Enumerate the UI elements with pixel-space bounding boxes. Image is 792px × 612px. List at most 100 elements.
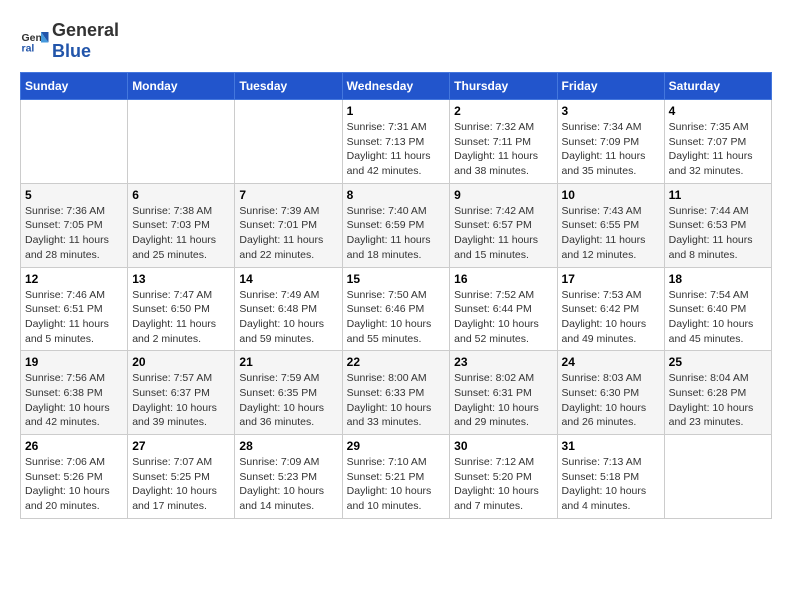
day-info: Sunrise: 7:56 AMSunset: 6:38 PMDaylight:…: [25, 371, 123, 430]
day-number: 21: [239, 355, 337, 369]
calendar-cell: 22 Sunrise: 8:00 AMSunset: 6:33 PMDayligh…: [342, 351, 450, 435]
day-number: 15: [347, 272, 446, 286]
calendar-cell: 23 Sunrise: 8:02 AMSunset: 6:31 PMDayligh…: [450, 351, 557, 435]
day-info: Sunrise: 7:10 AMSunset: 5:21 PMDaylight:…: [347, 455, 446, 514]
day-info: Sunrise: 7:31 AMSunset: 7:13 PMDaylight:…: [347, 120, 446, 179]
day-number: 3: [562, 104, 660, 118]
day-number: 17: [562, 272, 660, 286]
calendar-cell: 31Sunrise: 7:13 AMSunset: 5:18 PMDayligh…: [557, 435, 664, 519]
day-number: 5: [25, 188, 123, 202]
calendar-cell: [235, 100, 342, 184]
calendar-week-row: 5Sunrise: 7:36 AMSunset: 7:05 PMDaylight…: [21, 183, 772, 267]
day-number: 13: [132, 272, 230, 286]
logo: Gene ral Gene ral Blue: [20, 20, 119, 62]
day-info: Sunrise: 7:09 AMSunset: 5:23 PMDaylight:…: [239, 455, 337, 514]
calendar-cell: [128, 100, 235, 184]
weekday-header-wednesday: Wednesday: [342, 73, 450, 100]
day-number: 7: [239, 188, 337, 202]
day-info: Sunrise: 7:35 AMSunset: 7:07 PMDaylight:…: [669, 120, 767, 179]
day-info: Sunrise: 7:38 AMSunset: 7:03 PMDaylight:…: [132, 204, 230, 263]
calendar-cell: 25 Sunrise: 8:04 AMSunset: 6:28 PMDayligh…: [664, 351, 771, 435]
weekday-header-saturday: Saturday: [664, 73, 771, 100]
day-number: 25: [669, 355, 767, 369]
calendar-cell: 9Sunrise: 7:42 AMSunset: 6:57 PMDaylight…: [450, 183, 557, 267]
day-number: 23: [454, 355, 552, 369]
calendar-cell: 19 Sunrise: 7:56 AMSunset: 6:38 PMDayligh…: [21, 351, 128, 435]
weekday-header-row: SundayMondayTuesdayWednesdayThursdayFrid…: [21, 73, 772, 100]
calendar-week-row: 19 Sunrise: 7:56 AMSunset: 6:38 PMDayligh…: [21, 351, 772, 435]
day-number: 2: [454, 104, 552, 118]
calendar-cell: 7Sunrise: 7:39 AMSunset: 7:01 PMDaylight…: [235, 183, 342, 267]
day-number: 8: [347, 188, 446, 202]
weekday-header-sunday: Sunday: [21, 73, 128, 100]
weekday-header-friday: Friday: [557, 73, 664, 100]
calendar-cell: 2 Sunrise: 7:32 AMSunset: 7:11 PMDaylight…: [450, 100, 557, 184]
calendar-cell: 26 Sunrise: 7:06 AMSunset: 5:26 PMDayligh…: [21, 435, 128, 519]
logo-blue-text: Blue: [52, 41, 91, 61]
calendar-cell: 27 Sunrise: 7:07 AMSunset: 5:25 PMDayligh…: [128, 435, 235, 519]
calendar-cell: 17 Sunrise: 7:53 AMSunset: 6:42 PMDayligh…: [557, 267, 664, 351]
svg-text:ral: ral: [22, 43, 35, 55]
day-info: Sunrise: 8:02 AMSunset: 6:31 PMDaylight:…: [454, 371, 552, 430]
day-number: 31: [562, 439, 660, 453]
day-info: Sunrise: 7:07 AMSunset: 5:25 PMDaylight:…: [132, 455, 230, 514]
day-number: 18: [669, 272, 767, 286]
weekday-header-tuesday: Tuesday: [235, 73, 342, 100]
calendar-cell: 20 Sunrise: 7:57 AMSunset: 6:37 PMDayligh…: [128, 351, 235, 435]
day-number: 20: [132, 355, 230, 369]
calendar-cell: [664, 435, 771, 519]
day-number: 4: [669, 104, 767, 118]
day-number: 29: [347, 439, 446, 453]
day-info: Sunrise: 8:00 AMSunset: 6:33 PMDaylight:…: [347, 371, 446, 430]
day-number: 28: [239, 439, 337, 453]
day-info: Sunrise: 7:44 AMSunset: 6:53 PMDaylight:…: [669, 204, 767, 263]
day-number: 12: [25, 272, 123, 286]
day-info: Sunrise: 7:59 AMSunset: 6:35 PMDaylight:…: [239, 371, 337, 430]
day-number: 27: [132, 439, 230, 453]
day-info: Sunrise: 7:57 AMSunset: 6:37 PMDaylight:…: [132, 371, 230, 430]
calendar-week-row: 26 Sunrise: 7:06 AMSunset: 5:26 PMDayligh…: [21, 435, 772, 519]
day-number: 10: [562, 188, 660, 202]
day-info: Sunrise: 7:42 AMSunset: 6:57 PMDaylight:…: [454, 204, 552, 263]
calendar-cell: 30Sunrise: 7:12 AMSunset: 5:20 PMDayligh…: [450, 435, 557, 519]
calendar-cell: 1Sunrise: 7:31 AMSunset: 7:13 PMDaylight…: [342, 100, 450, 184]
calendar-cell: 11Sunrise: 7:44 AMSunset: 6:53 PMDayligh…: [664, 183, 771, 267]
day-number: 19: [25, 355, 123, 369]
calendar-cell: 5Sunrise: 7:36 AMSunset: 7:05 PMDaylight…: [21, 183, 128, 267]
day-number: 6: [132, 188, 230, 202]
calendar-cell: 28 Sunrise: 7:09 AMSunset: 5:23 PMDayligh…: [235, 435, 342, 519]
day-number: 24: [562, 355, 660, 369]
day-info: Sunrise: 7:53 AMSunset: 6:42 PMDaylight:…: [562, 288, 660, 347]
calendar-cell: 14 Sunrise: 7:49 AMSunset: 6:48 PMDayligh…: [235, 267, 342, 351]
calendar-cell: 15 Sunrise: 7:50 AMSunset: 6:46 PMDayligh…: [342, 267, 450, 351]
day-number: 22: [347, 355, 446, 369]
calendar-cell: 3 Sunrise: 7:34 AMSunset: 7:09 PMDaylight…: [557, 100, 664, 184]
day-number: 14: [239, 272, 337, 286]
calendar-cell: 29 Sunrise: 7:10 AMSunset: 5:21 PMDayligh…: [342, 435, 450, 519]
calendar-cell: 12 Sunrise: 7:46 AMSunset: 6:51 PMDayligh…: [21, 267, 128, 351]
day-info: Sunrise: 7:06 AMSunset: 5:26 PMDaylight:…: [25, 455, 123, 514]
calendar-week-row: 12 Sunrise: 7:46 AMSunset: 6:51 PMDayligh…: [21, 267, 772, 351]
logo-icon: Gene ral: [20, 26, 50, 56]
day-info: Sunrise: 7:54 AMSunset: 6:40 PMDaylight:…: [669, 288, 767, 347]
day-info: Sunrise: 7:43 AMSunset: 6:55 PMDaylight:…: [562, 204, 660, 263]
weekday-header-thursday: Thursday: [450, 73, 557, 100]
day-info: Sunrise: 7:46 AMSunset: 6:51 PMDaylight:…: [25, 288, 123, 347]
calendar-table: SundayMondayTuesdayWednesdayThursdayFrid…: [20, 72, 772, 519]
calendar-cell: 18 Sunrise: 7:54 AMSunset: 6:40 PMDayligh…: [664, 267, 771, 351]
page-header: Gene ral Gene ral Blue: [20, 20, 772, 62]
calendar-cell: 16Sunrise: 7:52 AMSunset: 6:44 PMDayligh…: [450, 267, 557, 351]
day-info: Sunrise: 7:34 AMSunset: 7:09 PMDaylight:…: [562, 120, 660, 179]
day-info: Sunrise: 7:49 AMSunset: 6:48 PMDaylight:…: [239, 288, 337, 347]
calendar-cell: 13Sunrise: 7:47 AMSunset: 6:50 PMDayligh…: [128, 267, 235, 351]
day-number: 26: [25, 439, 123, 453]
calendar-cell: 4 Sunrise: 7:35 AMSunset: 7:07 PMDaylight…: [664, 100, 771, 184]
logo-general-text: Gene: [52, 20, 97, 40]
day-info: Sunrise: 7:50 AMSunset: 6:46 PMDaylight:…: [347, 288, 446, 347]
day-info: Sunrise: 8:04 AMSunset: 6:28 PMDaylight:…: [669, 371, 767, 430]
calendar-cell: 21 Sunrise: 7:59 AMSunset: 6:35 PMDayligh…: [235, 351, 342, 435]
day-number: 16: [454, 272, 552, 286]
calendar-cell: 24 Sunrise: 8:03 AMSunset: 6:30 PMDayligh…: [557, 351, 664, 435]
day-info: Sunrise: 8:03 AMSunset: 6:30 PMDaylight:…: [562, 371, 660, 430]
day-info: Sunrise: 7:32 AMSunset: 7:11 PMDaylight:…: [454, 120, 552, 179]
